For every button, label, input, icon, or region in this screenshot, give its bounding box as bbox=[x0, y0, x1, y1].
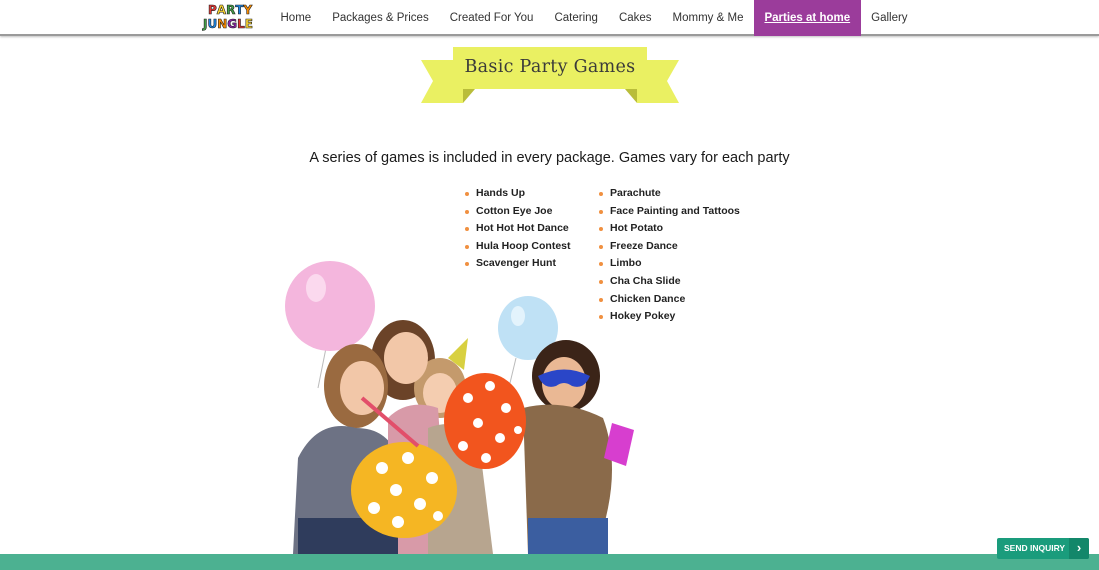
logo-letter: G bbox=[227, 17, 238, 31]
nav-item-mommy-me[interactable]: Mommy & Me bbox=[662, 0, 754, 36]
bullet-icon bbox=[465, 192, 469, 196]
nav-item-catering[interactable]: Catering bbox=[544, 0, 608, 36]
game-name: Hula Hoop Contest bbox=[476, 239, 571, 252]
logo-letter: E bbox=[244, 17, 253, 31]
game-list-item: Hot Potato bbox=[599, 221, 740, 239]
game-name: Cotton Eye Joe bbox=[476, 204, 553, 217]
game-name: Hands Up bbox=[476, 187, 526, 199]
game-list-item: Hula Hoop Contest bbox=[465, 239, 571, 257]
send-inquiry-label: SEND INQUIRY bbox=[1004, 543, 1066, 553]
game-list-item: Hot Hot Hot Dance bbox=[465, 221, 571, 239]
bullet-icon bbox=[465, 209, 469, 214]
logo-letter: Y bbox=[243, 3, 253, 17]
party-jungle-logo[interactable]: PARTY JUNGLE bbox=[203, 3, 254, 33]
logo-letter: T bbox=[235, 3, 244, 17]
footer-bar bbox=[0, 554, 1099, 570]
logo-letter: U bbox=[207, 17, 218, 31]
bullet-icon bbox=[599, 209, 603, 214]
logo-letter: R bbox=[226, 3, 236, 17]
nav-item-created-for-you[interactable]: Created For You bbox=[439, 0, 544, 36]
logo-letter: P bbox=[208, 3, 217, 17]
kids-party-photo bbox=[278, 258, 643, 554]
banner-title: Basic Party Games bbox=[464, 57, 636, 77]
chevron-right-icon: › bbox=[1069, 538, 1089, 559]
game-name: Freeze Dance bbox=[610, 239, 678, 252]
bullet-icon bbox=[465, 244, 469, 249]
logo-letter: L bbox=[237, 17, 245, 31]
game-name: Face Painting and Tattoos bbox=[610, 204, 740, 217]
nav-item-home[interactable]: Home bbox=[270, 0, 322, 36]
bullet-icon bbox=[599, 227, 603, 232]
nav-item-gallery[interactable]: Gallery bbox=[861, 0, 918, 36]
game-list-item: Hands Up bbox=[465, 186, 571, 204]
logo-line-jungle: JUNGLE bbox=[203, 17, 254, 31]
nav-item-parties-at-home[interactable]: Parties at home bbox=[753, 0, 861, 36]
game-list-item: Face Painting and Tattoos bbox=[599, 204, 740, 222]
nav-item-packages-prices[interactable]: Packages & Prices bbox=[322, 0, 440, 36]
main-navigation: Home Packages & Prices Created For You Cate… bbox=[270, 0, 918, 36]
logo-line-party: PARTY bbox=[208, 3, 253, 17]
game-list-item: Freeze Dance bbox=[599, 239, 740, 257]
send-inquiry-button[interactable]: SEND INQUIRY › bbox=[997, 538, 1089, 559]
section-banner: Basic Party Games bbox=[421, 47, 679, 105]
nav-item-cakes[interactable]: Cakes bbox=[608, 0, 662, 36]
game-name: Parachute bbox=[610, 187, 661, 199]
logo-letter: N bbox=[217, 17, 228, 31]
logo-letter: A bbox=[216, 3, 227, 17]
bullet-icon bbox=[599, 192, 603, 196]
game-name: Hot Hot Hot Dance bbox=[476, 222, 569, 235]
game-list-item: Cotton Eye Joe bbox=[465, 204, 571, 222]
game-list-item: Parachute bbox=[599, 186, 740, 204]
intro-text: A series of games is included in every p… bbox=[309, 150, 790, 166]
bullet-icon bbox=[465, 227, 469, 232]
game-name: Hot Potato bbox=[610, 222, 664, 235]
top-navbar: PARTY JUNGLE Home Packages & Prices Create… bbox=[0, 0, 1099, 36]
bullet-icon bbox=[599, 244, 603, 249]
